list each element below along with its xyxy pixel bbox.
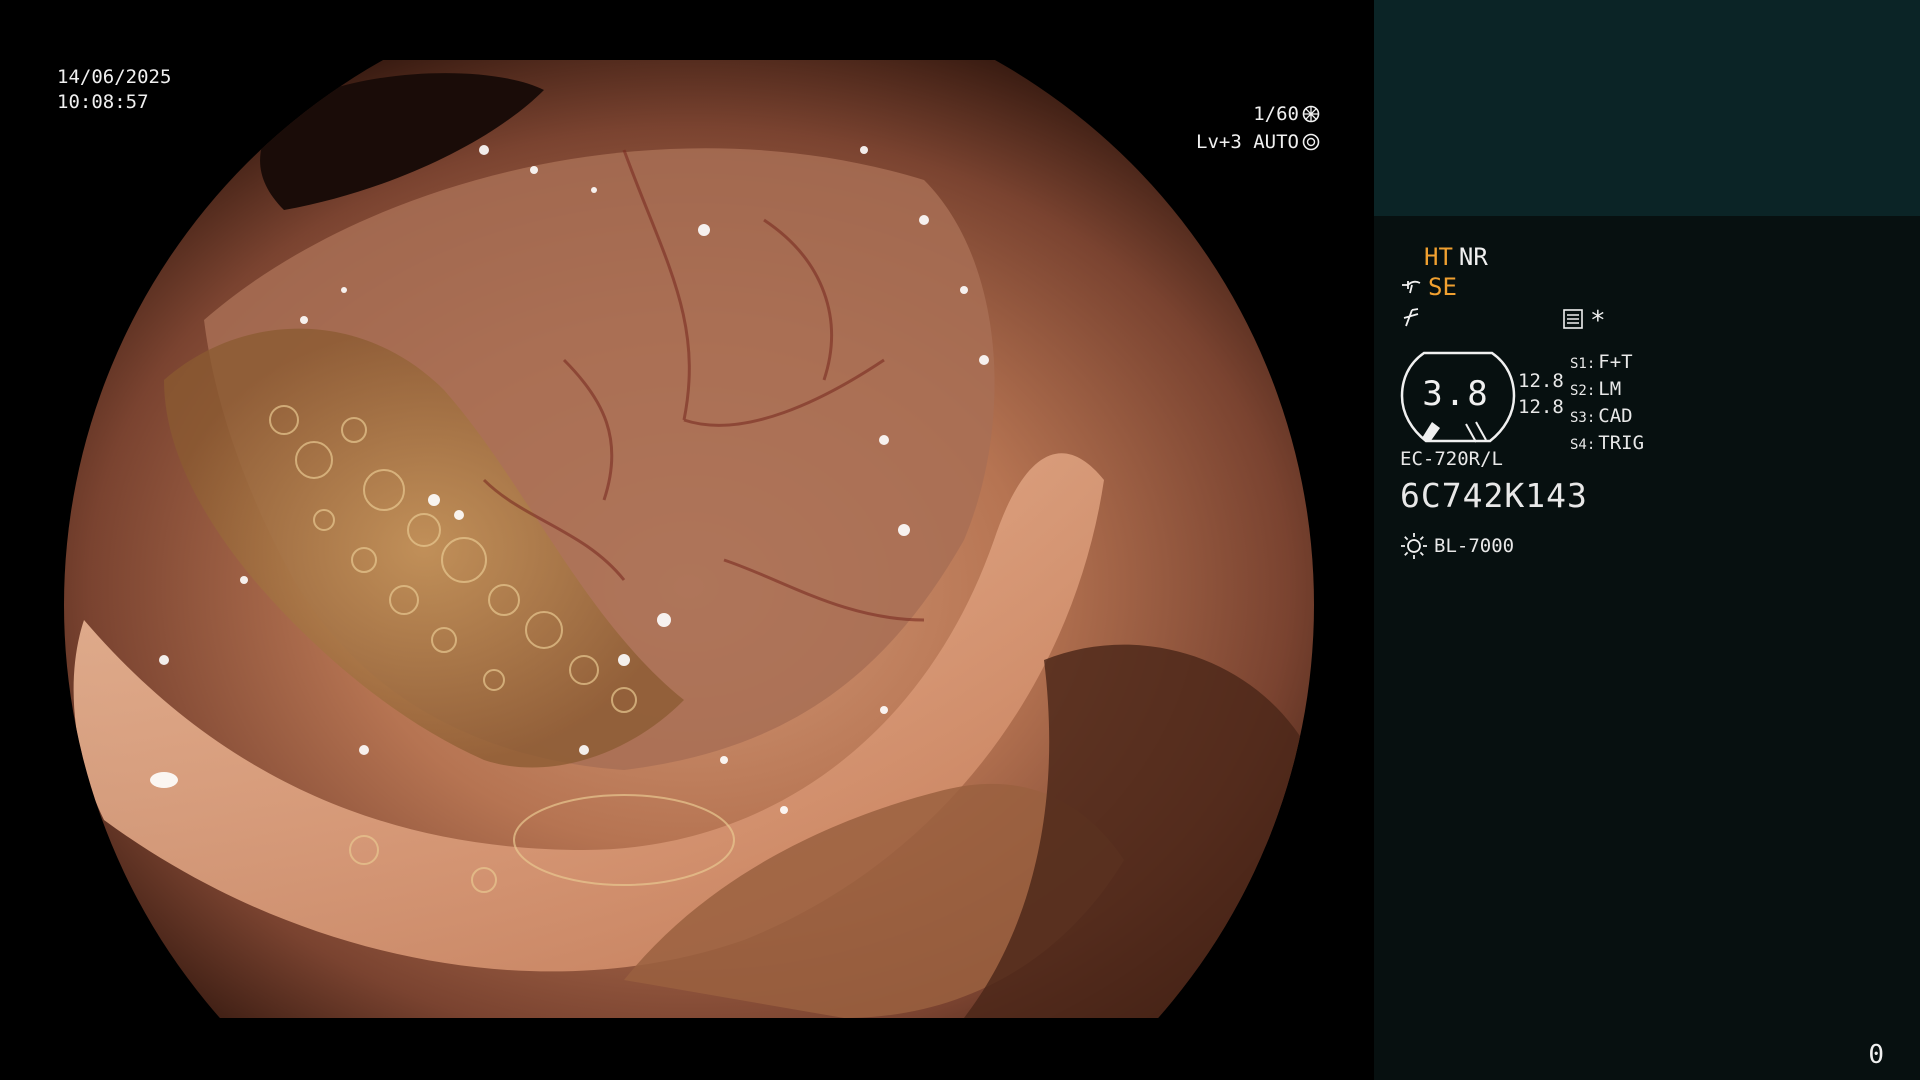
time-text: 10:08:57: [57, 91, 149, 113]
gauge-top-reading: 12.8: [1518, 370, 1564, 392]
info-panel: HT NR SE * 3.8 12.8 12.8 S1: F+T S2: LM …: [1374, 0, 1920, 1080]
counter-number: 0: [1868, 1040, 1884, 1070]
level-row: Lv+3 AUTO: [1196, 128, 1320, 156]
shutter-text: 1/60: [1253, 103, 1299, 125]
switch-item: S3: CAD: [1570, 405, 1633, 427]
level-text: Lv+3 AUTO: [1196, 131, 1299, 153]
mode-nr: NR: [1458, 243, 1488, 271]
memory-icon: [1563, 309, 1583, 329]
asterisk-mark: *: [1590, 306, 1606, 336]
mode-ht: HT: [1424, 243, 1453, 271]
switch-list: S1: F+T S2: LM S3: CAD S4: TRIG: [1570, 350, 1644, 458]
date-time: 14/06/2025 10:08:57: [57, 65, 171, 115]
endoscopy-video-view: [64, 60, 1314, 1018]
endoscope-screen: 14/06/2025 10:08:57 1/60 Lv+3 AUTO HT NR: [0, 0, 1920, 1080]
mode-se: SE: [1428, 273, 1457, 301]
light-source-text: BL-7000: [1434, 535, 1515, 557]
flicker-icon: [1403, 308, 1419, 327]
gauge-bottom-reading: 12.8: [1518, 396, 1564, 418]
iris-icon: [1302, 133, 1320, 151]
gauge-readings: 12.8 12.8: [1518, 368, 1564, 420]
scope-model: EC-720R/L: [1400, 448, 1503, 470]
mode-ht-nr: HT NR: [1424, 243, 1488, 271]
gauge: 3.8: [1400, 350, 1520, 444]
gauge-value: 3.8: [1422, 374, 1490, 414]
shutter-row: 1/60: [1196, 100, 1320, 128]
endoscopy-image: [64, 60, 1314, 1018]
enhance-icon: [1402, 280, 1421, 294]
mode-se-row: SE: [1400, 273, 1457, 301]
exposure-info: 1/60 Lv+3 AUTO: [1196, 100, 1320, 156]
light-source: BL-7000: [1400, 532, 1514, 560]
lamp-icon: [1401, 533, 1427, 559]
date-text: 14/06/2025: [57, 66, 172, 88]
scope-serial: 6C742K143: [1400, 476, 1588, 515]
switch-item: S1: F+T: [1570, 351, 1633, 373]
shutter-icon: [1302, 105, 1320, 123]
switch-item: S4: TRIG: [1570, 432, 1645, 454]
switch-item: S2: LM: [1570, 378, 1622, 400]
panel-header-area: [1374, 0, 1920, 216]
